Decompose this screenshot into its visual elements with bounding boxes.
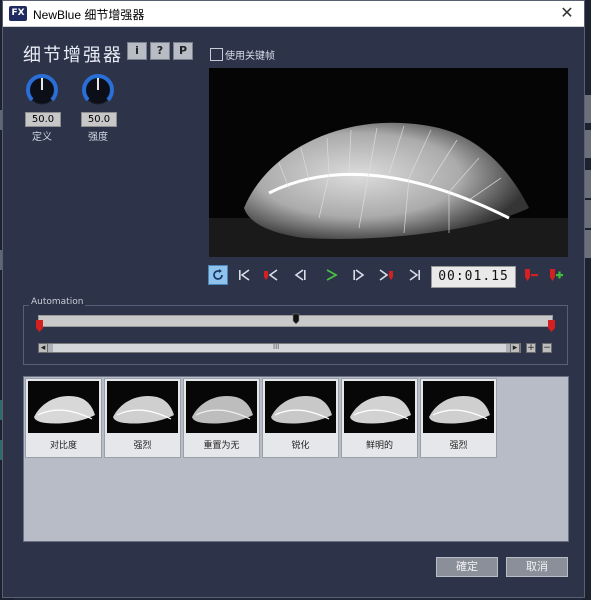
go-end-icon [409,269,420,281]
go-start-icon [239,269,250,281]
newblue-app-icon: FX [9,6,27,21]
add-keyframe-icon [550,269,563,281]
ok-button[interactable]: 確定 [436,557,498,577]
preset-label: 重置为无 [203,441,240,451]
playhead-marker[interactable] [292,313,300,325]
background-thumb [584,170,591,198]
preset-vivid[interactable]: 鲜明的 [341,378,418,458]
zoom-out-button[interactable]: − [542,343,552,353]
preset-label: 鲜明的 [365,441,393,451]
timecode-display[interactable]: 00:01.15 [431,266,516,288]
definition-knob[interactable] [25,73,59,107]
keyframes-checkbox[interactable] [210,48,223,61]
background-thumb [584,95,591,123]
strength-label: 强度 [88,132,108,143]
preset-reset[interactable]: 重置为无 [183,378,260,458]
scroll-left-button[interactable]: ◂ [38,343,48,353]
preset-thumbnail [107,381,178,433]
step-forward-button[interactable] [349,265,369,285]
preset-label: 强烈 [449,441,468,451]
next-keyframe-button[interactable] [377,265,397,285]
loop-icon [213,269,223,280]
plugin-heading: 细节增强器 [23,45,123,66]
preset-contrast[interactable]: 对比度 [25,378,102,458]
cancel-button[interactable]: 取消 [506,557,568,577]
automation-label: Automation [29,297,86,307]
definition-label: 定义 [32,132,52,143]
prev-keyframe-button[interactable] [261,265,281,285]
step-forward-icon [353,269,365,281]
background-thumb [584,230,591,258]
preset-label: 锐化 [291,441,310,451]
scroll-right-button[interactable]: ▸ [510,343,520,353]
next-keyframe-icon [379,269,393,281]
strength-knob[interactable] [81,73,115,107]
scroll-grip: III [273,343,280,351]
loop-button[interactable] [208,265,228,285]
preset-thumbnail [265,381,336,433]
window-title: NewBlue 细节增强器 [33,8,145,22]
prev-keyframe-icon [264,269,278,281]
play-icon [326,269,338,281]
play-button[interactable] [321,265,341,285]
feather-image [209,122,568,257]
zoom-in-button[interactable]: + [526,343,536,353]
keyframes-label: 使用关键帧 [225,51,275,62]
strength-value[interactable]: 50.0 [81,112,117,127]
add-keyframe-button[interactable] [546,265,566,285]
video-preview [209,68,568,257]
step-back-icon [294,269,306,281]
preset-thumbnail [344,381,415,433]
keyframe-marker-start[interactable] [35,319,44,333]
background-thumb [584,130,591,158]
definition-value[interactable]: 50.0 [25,112,61,127]
presets-button[interactable]: P [173,42,193,60]
preset-thumbnail [28,381,99,433]
preset-thumbnail [186,381,257,433]
go-end-button[interactable] [405,265,425,285]
remove-keyframe-icon [525,269,538,281]
close-button[interactable]: ✕ [555,3,579,23]
preset-strong[interactable]: 强烈 [104,378,181,458]
preset-label: 强烈 [133,441,152,451]
scroll-thumb[interactable] [53,344,506,352]
plugin-window: FX NewBlue 细节增强器 ✕ 细节增强器 i ? P 50.0 定义 5… [2,0,585,598]
preset-thumbnail [423,381,494,433]
remove-keyframe-button[interactable] [521,265,541,285]
keyframe-marker-end[interactable] [547,319,556,333]
title-bar[interactable]: FX NewBlue 细节增强器 ✕ [3,1,584,27]
preset-label: 对比度 [49,441,77,451]
go-start-button[interactable] [234,265,254,285]
background-thumb [584,200,591,228]
help-button[interactable]: ? [150,42,170,60]
step-back-button[interactable] [290,265,310,285]
preset-sharpen[interactable]: 锐化 [262,378,339,458]
preset-strong-2[interactable]: 强烈 [420,378,497,458]
info-button[interactable]: i [127,42,147,60]
